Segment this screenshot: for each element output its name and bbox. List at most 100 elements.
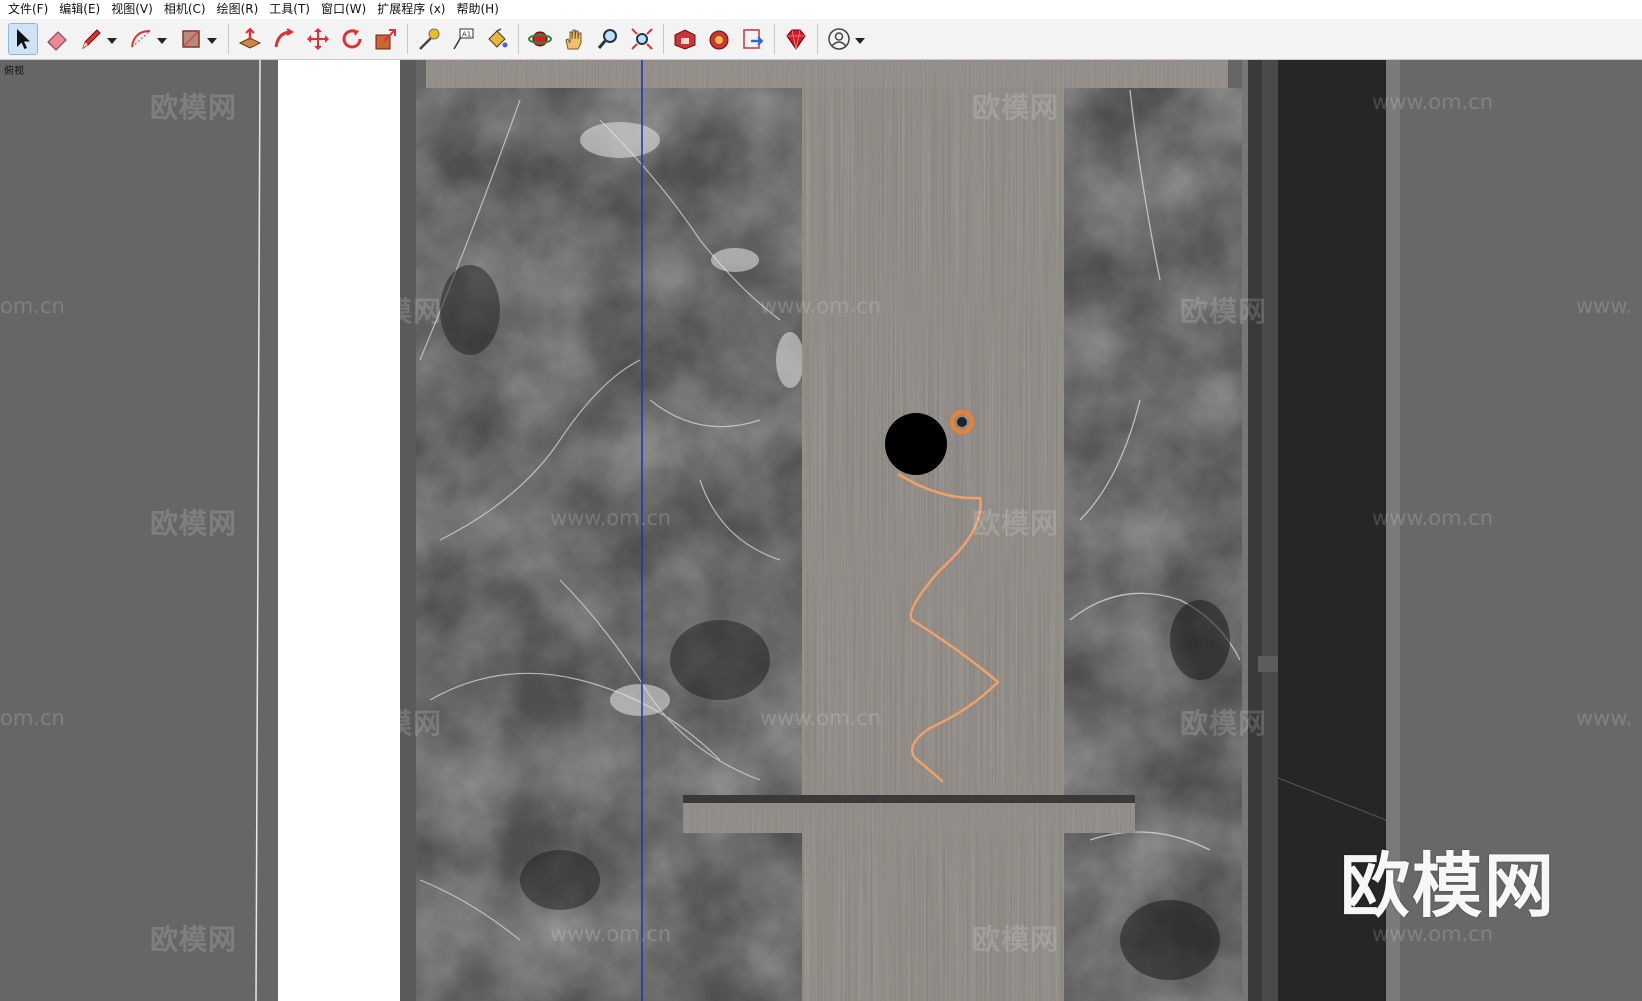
rectangle-dropdown[interactable]: [206, 23, 218, 55]
shelf-shadow: [683, 795, 1135, 803]
chevron-down-icon: [855, 30, 865, 49]
select-arrow-icon: [11, 27, 35, 51]
frame-edge: [1242, 60, 1248, 1001]
extension-warehouse-button[interactable]: [704, 23, 734, 55]
watermark-brand: 欧模网: [1180, 295, 1268, 328]
toolbar-separator: [407, 24, 408, 54]
rectangle-icon: [179, 27, 203, 51]
menu-help[interactable]: 帮助(H): [452, 0, 505, 19]
toolbar-separator: [817, 24, 818, 54]
arc-dropdown[interactable]: [156, 23, 168, 55]
zoom-extents-icon: [630, 27, 654, 51]
model-viewport[interactable]: 俯视 欧模网 欧模网 www.om.cn om.cn 欧模网 www.om.cn…: [0, 60, 1642, 1001]
watermark-brand: 欧模网: [150, 91, 238, 124]
scale-icon: [374, 27, 398, 51]
watermark-url-partial: www.: [1576, 706, 1633, 730]
menu-file[interactable]: 文件(F): [4, 0, 55, 19]
cursor-dot: [885, 413, 947, 475]
chevron-down-icon: [157, 30, 167, 49]
menu-edit[interactable]: 编辑(E): [55, 0, 107, 19]
ruby-console-icon: [784, 27, 808, 51]
watermark-url: www.om.cn: [760, 294, 882, 318]
toolbar-separator: [774, 24, 775, 54]
rotate-tool-button[interactable]: [337, 23, 367, 55]
text-tool-button[interactable]: A1: [448, 23, 478, 55]
text-label-icon: A1: [451, 27, 475, 51]
menu-tools[interactable]: 工具(T): [265, 0, 317, 19]
watermark-brand: 欧模网: [150, 923, 238, 956]
ruby-console-button[interactable]: [781, 23, 811, 55]
orbit-icon: [528, 27, 552, 51]
warehouse-icon: [673, 27, 697, 51]
menu-bar: 文件(F) 编辑(E) 视图(V) 相机(C) 绘图(R) 工具(T) 窗口(W…: [0, 0, 1642, 19]
watermark-url-partial: om.cn: [0, 706, 65, 730]
chevron-down-icon: [107, 30, 117, 49]
pan-tool-button[interactable]: [559, 23, 589, 55]
watermark-brand: 欧模网: [972, 507, 1060, 540]
account-button[interactable]: [824, 23, 854, 55]
watermark-url: www.om.cn: [550, 922, 672, 946]
frame-post: [1262, 60, 1278, 1001]
eraser-icon: [45, 27, 69, 51]
watermark-brand: 欧模网: [355, 295, 443, 328]
watermark-url: www.om.cn: [760, 706, 882, 730]
watermark-url-partial: www.: [1576, 294, 1633, 318]
watermark-brand: 欧模网: [355, 707, 443, 740]
zoom-tool-button[interactable]: [593, 23, 623, 55]
menu-draw[interactable]: 绘图(R): [213, 0, 266, 19]
zoom-extents-tool-button[interactable]: [627, 23, 657, 55]
watermark-brand-large: 欧模网: [1340, 845, 1556, 927]
frame-clip: [1258, 656, 1278, 672]
move-tool-button[interactable]: [303, 23, 333, 55]
push-pull-tool-button[interactable]: [235, 23, 265, 55]
move-icon: [306, 27, 330, 51]
frame-gap: [1248, 60, 1262, 1001]
extension-warehouse-icon: [707, 27, 731, 51]
menu-window[interactable]: 窗口(W): [317, 0, 373, 19]
toolbar-separator: [663, 24, 664, 54]
scene-label: 俯视: [4, 66, 24, 77]
chevron-down-icon: [207, 30, 217, 49]
watermark-brand: 欧模网: [972, 91, 1060, 124]
eraser-tool-button[interactable]: [42, 23, 72, 55]
send-to-layout-icon: [741, 27, 765, 51]
3d-warehouse-button[interactable]: [670, 23, 700, 55]
tape-measure-tool-button[interactable]: [414, 23, 444, 55]
watermark-url: www.om.cn: [550, 506, 672, 530]
push-pull-icon: [238, 27, 262, 51]
select-tool-button[interactable]: [8, 23, 38, 55]
toolbar-separator: [518, 24, 519, 54]
rectangle-tool-button[interactable]: [176, 23, 206, 55]
menu-extensions[interactable]: 扩展程序 (x): [373, 0, 452, 19]
svg-text:A1: A1: [462, 31, 471, 39]
arc-icon: [129, 27, 153, 51]
watermark-brand: 欧模网: [972, 923, 1060, 956]
follow-me-icon: [272, 27, 296, 51]
arc-tool-button[interactable]: [126, 23, 156, 55]
tape-measure-icon: [417, 27, 441, 51]
pencil-dropdown[interactable]: [106, 23, 118, 55]
pan-hand-icon: [562, 27, 586, 51]
paint-bucket-tool-button[interactable]: [482, 23, 512, 55]
paint-bucket-icon: [485, 27, 509, 51]
menu-camera[interactable]: 相机(C): [160, 0, 213, 19]
rotate-icon: [340, 27, 364, 51]
zoom-icon: [596, 27, 620, 51]
watermark-url: www.om.cn: [1372, 90, 1494, 114]
watermark-url: www.om.cn: [1372, 506, 1494, 530]
toolbar: A1: [0, 19, 1642, 60]
pencil-tool-button[interactable]: [76, 23, 106, 55]
follow-me-tool-button[interactable]: [269, 23, 299, 55]
watermark-brand: 欧模网: [1180, 707, 1268, 740]
scale-tool-button[interactable]: [371, 23, 401, 55]
toolbar-separator: [228, 24, 229, 54]
shadow-strip: [400, 60, 416, 1001]
send-to-layout-button[interactable]: [738, 23, 768, 55]
account-user-icon: [827, 27, 851, 51]
watermark-url-partial: om.cn: [0, 294, 65, 318]
menu-view[interactable]: 视图(V): [107, 0, 160, 19]
account-dropdown[interactable]: [854, 23, 866, 55]
orbit-tool-button[interactable]: [525, 23, 555, 55]
pencil-icon: [79, 27, 103, 51]
white-band: [278, 60, 400, 1001]
